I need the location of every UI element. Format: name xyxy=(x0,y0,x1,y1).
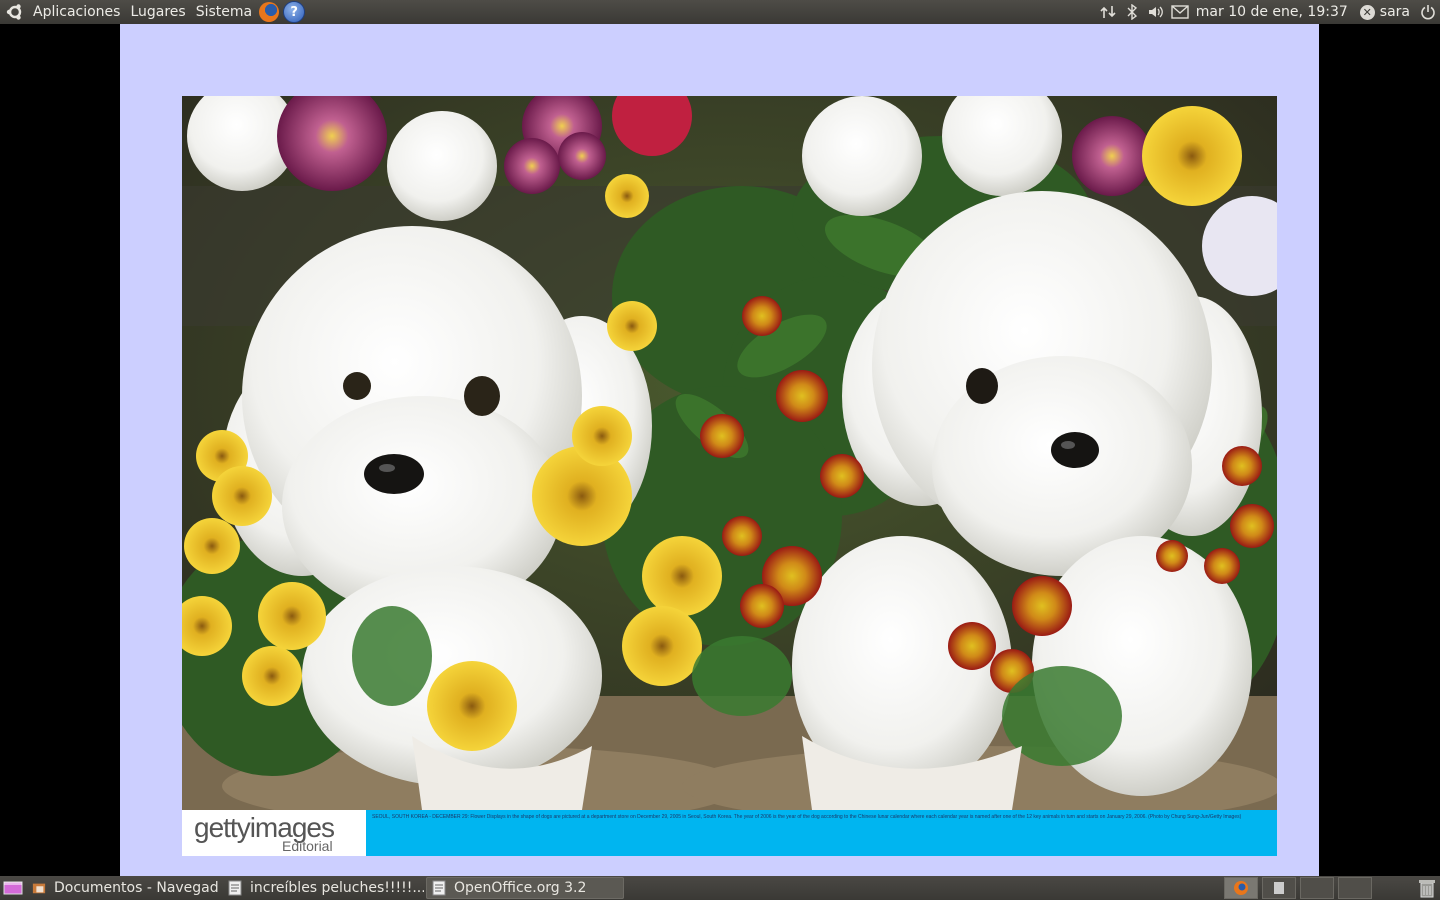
task-file-browser[interactable]: Documentos - Navegad... xyxy=(26,877,220,899)
network-icon[interactable] xyxy=(1096,0,1120,24)
folder-icon xyxy=(32,883,46,894)
trash-icon[interactable] xyxy=(1414,877,1440,899)
task-label: OpenOffice.org 3.2 xyxy=(454,880,587,896)
task-openoffice[interactable]: OpenOffice.org 3.2 xyxy=(426,877,624,899)
power-icon[interactable] xyxy=(1416,0,1440,24)
show-desktop-icon[interactable] xyxy=(0,876,26,900)
top-panel: Aplicaciones Lugares Sistema ? mar 10 de… xyxy=(0,0,1440,24)
photo-caption: SEOUL, SOUTH KOREA - DECEMBER 29: Flower… xyxy=(366,810,1277,856)
menu-lugares[interactable]: Lugares xyxy=(125,4,190,20)
document-icon xyxy=(432,880,446,896)
workspace-switcher xyxy=(1222,876,1440,900)
user-menu[interactable]: ✕ sara xyxy=(1356,4,1416,20)
clock[interactable]: mar 10 de ene, 19:37 xyxy=(1192,4,1356,20)
bluetooth-icon[interactable] xyxy=(1120,0,1144,24)
user-status-icon: ✕ xyxy=(1359,4,1375,20)
menu-aplicaciones[interactable]: Aplicaciones xyxy=(28,4,125,20)
task-writer-document[interactable]: increíbles peluches!!!!!... xyxy=(222,877,424,899)
firefox-launcher-icon[interactable] xyxy=(259,2,280,22)
help-launcher-icon[interactable]: ? xyxy=(283,1,306,23)
panel-indicators: mar 10 de ene, 19:37 ✕ sara xyxy=(1096,0,1440,24)
task-label: increíbles peluches!!!!!... xyxy=(250,880,424,896)
mail-icon[interactable] xyxy=(1168,0,1192,24)
menu-sistema[interactable]: Sistema xyxy=(191,4,257,20)
flower-dogs-photo: gettyimages Editorial SEOUL, SOUTH KOREA… xyxy=(182,96,1277,856)
user-name: sara xyxy=(1379,4,1410,20)
getty-watermark: gettyimages Editorial xyxy=(182,810,366,856)
help-glyph: ? xyxy=(290,4,298,20)
volume-icon[interactable] xyxy=(1144,0,1168,24)
getty-caption-bar: gettyimages Editorial SEOUL, SOUTH KOREA… xyxy=(182,810,1277,856)
getty-editorial-text: Editorial xyxy=(282,838,333,854)
task-label: Documentos - Navegad... xyxy=(54,880,220,896)
workspace-1-firefox-icon[interactable] xyxy=(1224,877,1258,899)
image-viewer: gettyimages Editorial SEOUL, SOUTH KOREA… xyxy=(120,24,1319,876)
workspace-4-icon[interactable] xyxy=(1338,877,1372,899)
bottom-panel: Documentos - Navegad... increíbles peluc… xyxy=(0,876,1440,900)
workspace-2-icon[interactable] xyxy=(1262,877,1296,899)
photo-scene xyxy=(182,96,1277,810)
document-icon xyxy=(228,880,242,896)
workspace-3-icon[interactable] xyxy=(1300,877,1334,899)
ubuntu-logo-icon[interactable] xyxy=(6,3,24,21)
